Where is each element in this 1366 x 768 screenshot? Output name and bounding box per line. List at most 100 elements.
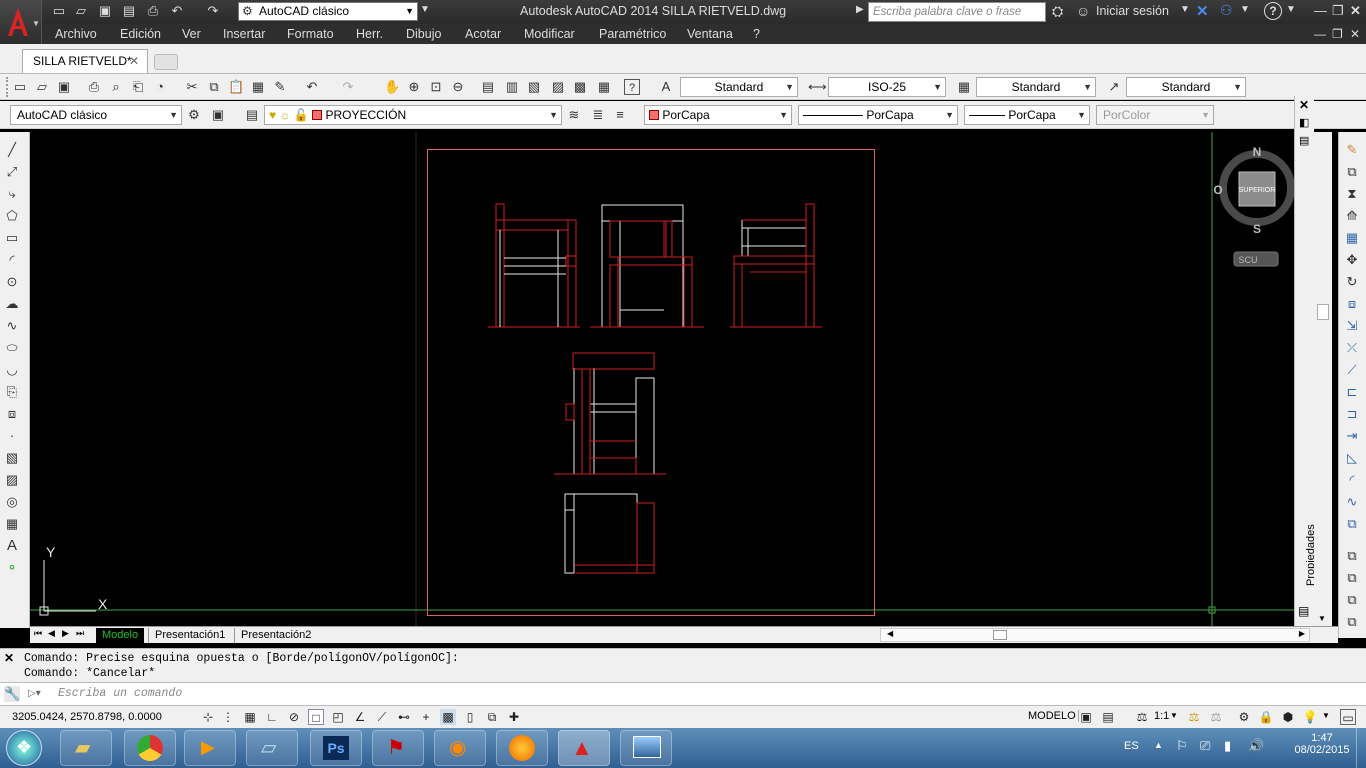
- hardware-acceleration-icon[interactable]: ⬢: [1280, 709, 1296, 725]
- ellipse-icon[interactable]: ⬭: [4, 340, 20, 356]
- break-icon[interactable]: ⊐: [1344, 406, 1360, 422]
- close-icon[interactable]: ✕: [1350, 3, 1361, 19]
- menu-dibujo[interactable]: Dibujo: [406, 27, 441, 41]
- open-icon[interactable]: ▱: [72, 3, 90, 19]
- 3d-osnap-icon[interactable]: ◰: [330, 709, 346, 725]
- ucs-menu-label[interactable]: SCU: [1238, 255, 1257, 265]
- auto-scale-icon[interactable]: ⚖: [1208, 709, 1224, 725]
- help-chevron-icon[interactable]: ▼: [1286, 4, 1296, 15]
- plotstyle-combo[interactable]: PorColor ▼: [1096, 105, 1214, 125]
- make-current-icon[interactable]: ≋: [566, 107, 582, 123]
- close-tab-icon[interactable]: ✕: [129, 50, 139, 72]
- scroll-left-icon[interactable]: ◀: [887, 629, 893, 638]
- block-editor-icon[interactable]: ▦: [250, 79, 266, 95]
- point-icon[interactable]: ·: [4, 428, 20, 444]
- isolate-objects-icon[interactable]: 💡: [1302, 709, 1318, 725]
- taskbar-firefox[interactable]: [496, 730, 548, 766]
- dim-style-combo[interactable]: ISO-25 ▼: [828, 77, 946, 97]
- menu-archivo[interactable]: Archivo: [55, 27, 97, 41]
- taskbar-autocad[interactable]: ▲: [558, 730, 610, 766]
- help-button[interactable]: ?: [1264, 2, 1282, 20]
- fillet-icon[interactable]: ◜: [1344, 472, 1360, 488]
- quick-view-drawings-icon[interactable]: ▤: [1100, 709, 1116, 725]
- dynamic-input-icon[interactable]: ⊷: [396, 709, 412, 725]
- make-block-icon[interactable]: ⧈: [4, 406, 20, 422]
- menu-formato[interactable]: Formato: [287, 27, 334, 41]
- publish-icon[interactable]: ⎗: [130, 79, 146, 95]
- sheet-frame[interactable]: [427, 149, 875, 616]
- transparency-icon[interactable]: ▩: [440, 709, 456, 725]
- zoom-realtime-icon[interactable]: ⊕: [406, 79, 422, 95]
- next-layout-icon[interactable]: ▶: [62, 628, 69, 639]
- command-prompt-icon[interactable]: ▷▾: [28, 688, 41, 699]
- rectangle-icon[interactable]: ▭: [4, 230, 20, 246]
- taskbar-media-player[interactable]: ▶: [184, 730, 236, 766]
- mleader-style-icon[interactable]: ↗: [1106, 79, 1122, 95]
- help-toolbar-icon[interactable]: ?: [624, 79, 640, 95]
- calculator-icon[interactable]: ▦: [596, 79, 612, 95]
- model-space-canvas[interactable]: X Y SUPERIOR N S O SCU: [30, 132, 1294, 626]
- viewcube-face-label[interactable]: SUPERIOR: [1239, 187, 1276, 194]
- scroll-right-icon[interactable]: ▶: [1299, 629, 1305, 638]
- hatch-icon[interactable]: ▧: [4, 450, 20, 466]
- palette-autohide-icon[interactable]: ◧: [1299, 116, 1309, 129]
- network-icon[interactable]: ▮: [1224, 738, 1231, 754]
- lineweight-toggle-icon[interactable]: +: [418, 709, 434, 725]
- autodesk360-icon[interactable]: ⚇: [1220, 2, 1233, 19]
- file-tab-silla-rietveld[interactable]: SILLA RIETVELD* ✕: [22, 49, 148, 73]
- gradient-icon[interactable]: ▨: [4, 472, 20, 488]
- extend-icon[interactable]: ⟋: [1344, 362, 1360, 378]
- command-close-icon[interactable]: ✕: [4, 651, 14, 665]
- match-properties-icon[interactable]: ✎: [272, 79, 288, 95]
- taskbar-chrome[interactable]: [124, 730, 176, 766]
- construction-line-icon[interactable]: ⤢: [4, 164, 20, 180]
- start-button[interactable]: ❖: [6, 730, 42, 766]
- taskbar-app[interactable]: ▱: [246, 730, 298, 766]
- horizontal-scroll-thumb[interactable]: [993, 630, 1007, 640]
- 3d-print-icon[interactable]: ◔: [152, 79, 168, 95]
- linetype-combo[interactable]: PorCapa ▼: [798, 105, 958, 125]
- sheet-set-icon[interactable]: ▨: [550, 79, 566, 95]
- taskbar-explorer[interactable]: ▰: [60, 730, 112, 766]
- vertical-scrollbar[interactable]: ▼: [1314, 132, 1332, 628]
- tab-modelo[interactable]: Modelo: [96, 628, 145, 643]
- table-style-icon[interactable]: ▦: [956, 79, 972, 95]
- copy-object-icon[interactable]: ⧉: [1344, 164, 1360, 180]
- status-menu-icon[interactable]: ▼: [1322, 711, 1330, 720]
- table-icon[interactable]: ▦: [4, 516, 20, 532]
- scroll-down-icon[interactable]: ▼: [1318, 614, 1326, 623]
- undo-icon[interactable]: ↶: [168, 3, 186, 19]
- doc-close-icon[interactable]: ✕: [1350, 27, 1360, 41]
- taskbar-screenshot[interactable]: [620, 730, 672, 766]
- insert-block-icon[interactable]: ⎘: [4, 384, 20, 400]
- menu-acotar[interactable]: Acotar: [465, 27, 501, 41]
- signin-button[interactable]: Iniciar sesión: [1096, 4, 1169, 18]
- save-icon[interactable]: ▣: [96, 3, 114, 19]
- move-icon[interactable]: ✥: [1344, 252, 1360, 268]
- layer-states-icon[interactable]: ≡: [612, 107, 628, 123]
- doc-restore-icon[interactable]: ❐: [1332, 27, 1343, 41]
- qnew-icon[interactable]: ▭: [12, 79, 28, 95]
- menu-ventana[interactable]: Ventana: [687, 27, 733, 41]
- taskbar-acrobat[interactable]: ⚑: [372, 730, 424, 766]
- design-center-icon[interactable]: ▥: [504, 79, 520, 95]
- join-icon[interactable]: ⇥: [1344, 428, 1360, 444]
- signin-chevron-icon[interactable]: ▼: [1180, 4, 1190, 15]
- model-space-toggle[interactable]: MODELO: [1026, 710, 1079, 722]
- erase-icon[interactable]: ✎: [1344, 142, 1360, 158]
- language-indicator[interactable]: ES: [1124, 740, 1139, 752]
- menu-modificar[interactable]: Modificar: [524, 27, 575, 41]
- coordinates-readout[interactable]: 3205.0424, 2570.8798, 0.0000: [12, 711, 162, 723]
- apps-chevron-icon[interactable]: ▼: [1240, 4, 1250, 15]
- circle-icon[interactable]: ⊙: [4, 274, 20, 290]
- zoom-previous-icon[interactable]: ⊖: [450, 79, 466, 95]
- tray-flag-icon[interactable]: ⚐: [1176, 738, 1188, 754]
- blend-curves-icon[interactable]: ∿: [1344, 494, 1360, 510]
- explode-icon[interactable]: ⧉: [1344, 516, 1360, 532]
- object-snap-icon[interactable]: □: [308, 709, 324, 725]
- last-layout-icon[interactable]: ⏭: [76, 628, 84, 639]
- chair-view-plan[interactable]: [574, 502, 655, 574]
- menu-ver[interactable]: Ver: [182, 27, 201, 41]
- taskbar-photoshop[interactable]: Ps: [310, 730, 362, 766]
- save-as-icon[interactable]: ▤: [120, 3, 138, 19]
